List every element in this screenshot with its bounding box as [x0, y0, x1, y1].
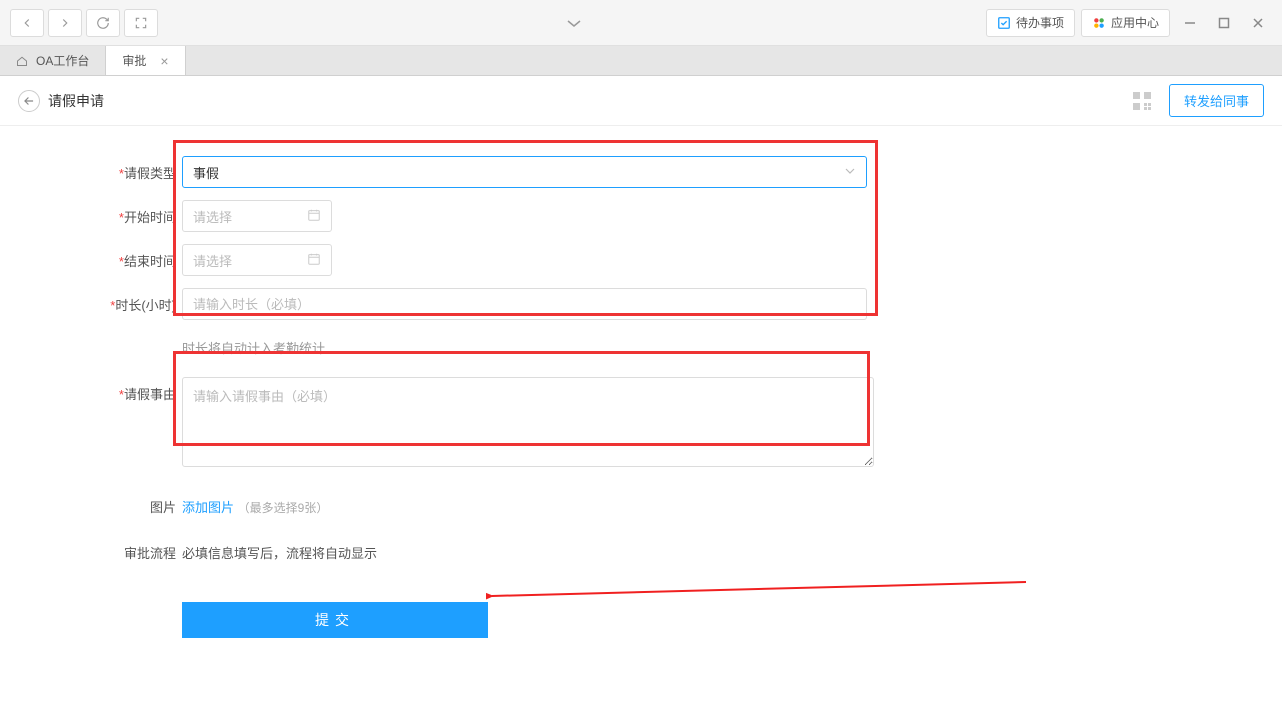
end-time-picker[interactable]: 请选择	[182, 244, 332, 276]
form-container: *请假类型 事假 *开始时间 请选择 *结束时间 请选择	[0, 126, 1282, 638]
label-image: 图片	[100, 490, 176, 516]
window-titlebar: 待办事项 应用中心	[0, 0, 1282, 46]
nav-forward-button[interactable]	[48, 9, 82, 37]
todo-icon	[997, 16, 1011, 30]
tab-bar: OA工作台 审批 ×	[0, 46, 1282, 76]
qrcode-icon[interactable]	[1133, 92, 1151, 110]
row-start-time: *开始时间 请选择	[0, 200, 1282, 232]
submit-button[interactable]: 提交	[182, 602, 488, 638]
label-end-time: *结束时间	[100, 244, 176, 270]
home-icon	[16, 55, 28, 67]
appcenter-label: 应用中心	[1111, 14, 1159, 31]
label-duration: *时长(小时)	[100, 288, 176, 314]
row-image: 图片 添加图片 （最多选择9张）	[0, 490, 1282, 516]
tab-close-icon[interactable]: ×	[160, 53, 168, 69]
tab-approval[interactable]: 审批 ×	[106, 46, 185, 75]
label-reason: *请假事由	[100, 377, 176, 403]
back-button[interactable]	[18, 90, 40, 112]
row-end-time: *结束时间 请选择	[0, 244, 1282, 276]
fullscreen-button[interactable]	[124, 9, 158, 37]
flow-text: 必填信息填写后，流程将自动显示	[182, 546, 377, 561]
image-hint: （最多选择9张）	[238, 501, 329, 515]
row-leave-type: *请假类型 事假	[0, 156, 1282, 188]
window-minimize-button[interactable]	[1176, 9, 1204, 37]
leave-type-value: 事假	[193, 163, 844, 182]
appcenter-icon	[1092, 16, 1106, 30]
reason-textarea[interactable]	[182, 377, 874, 467]
titlebar-center	[162, 16, 986, 30]
page-header: 请假申请 转发给同事	[0, 76, 1282, 126]
label-leave-type: *请假类型	[100, 156, 176, 182]
leave-type-select[interactable]: 事假	[182, 156, 867, 188]
row-flow: 审批流程 必填信息填写后，流程将自动显示	[0, 536, 1282, 562]
end-time-placeholder: 请选择	[193, 251, 307, 270]
row-duration: *时长(小时)	[0, 288, 1282, 320]
forward-button[interactable]: 转发给同事	[1169, 84, 1264, 117]
todo-button[interactable]: 待办事项	[986, 9, 1075, 37]
annotation-arrow	[486, 576, 1046, 616]
chevron-down-icon	[844, 165, 856, 180]
tab-approval-label: 审批	[122, 52, 146, 69]
page-title: 请假申请	[48, 91, 104, 111]
calendar-icon	[307, 208, 321, 225]
nav-back-button[interactable]	[10, 9, 44, 37]
add-image-link[interactable]: 添加图片	[182, 500, 234, 515]
label-start-time: *开始时间	[100, 200, 176, 226]
refresh-button[interactable]	[86, 9, 120, 37]
duration-hint: 时长将自动计入考勤统计	[182, 332, 1282, 377]
window-maximize-button[interactable]	[1210, 9, 1238, 37]
tab-home[interactable]: OA工作台	[0, 46, 106, 75]
start-time-placeholder: 请选择	[193, 207, 307, 226]
dropdown-caret-icon[interactable]	[562, 16, 586, 30]
label-flow: 审批流程	[100, 536, 176, 562]
tab-home-label: OA工作台	[36, 52, 89, 69]
todo-label: 待办事项	[1016, 14, 1064, 31]
start-time-picker[interactable]: 请选择	[182, 200, 332, 232]
appcenter-button[interactable]: 应用中心	[1081, 9, 1170, 37]
window-close-button[interactable]	[1244, 9, 1272, 37]
calendar-icon	[307, 252, 321, 269]
duration-input[interactable]	[182, 288, 867, 320]
row-reason: *请假事由	[0, 377, 1282, 470]
